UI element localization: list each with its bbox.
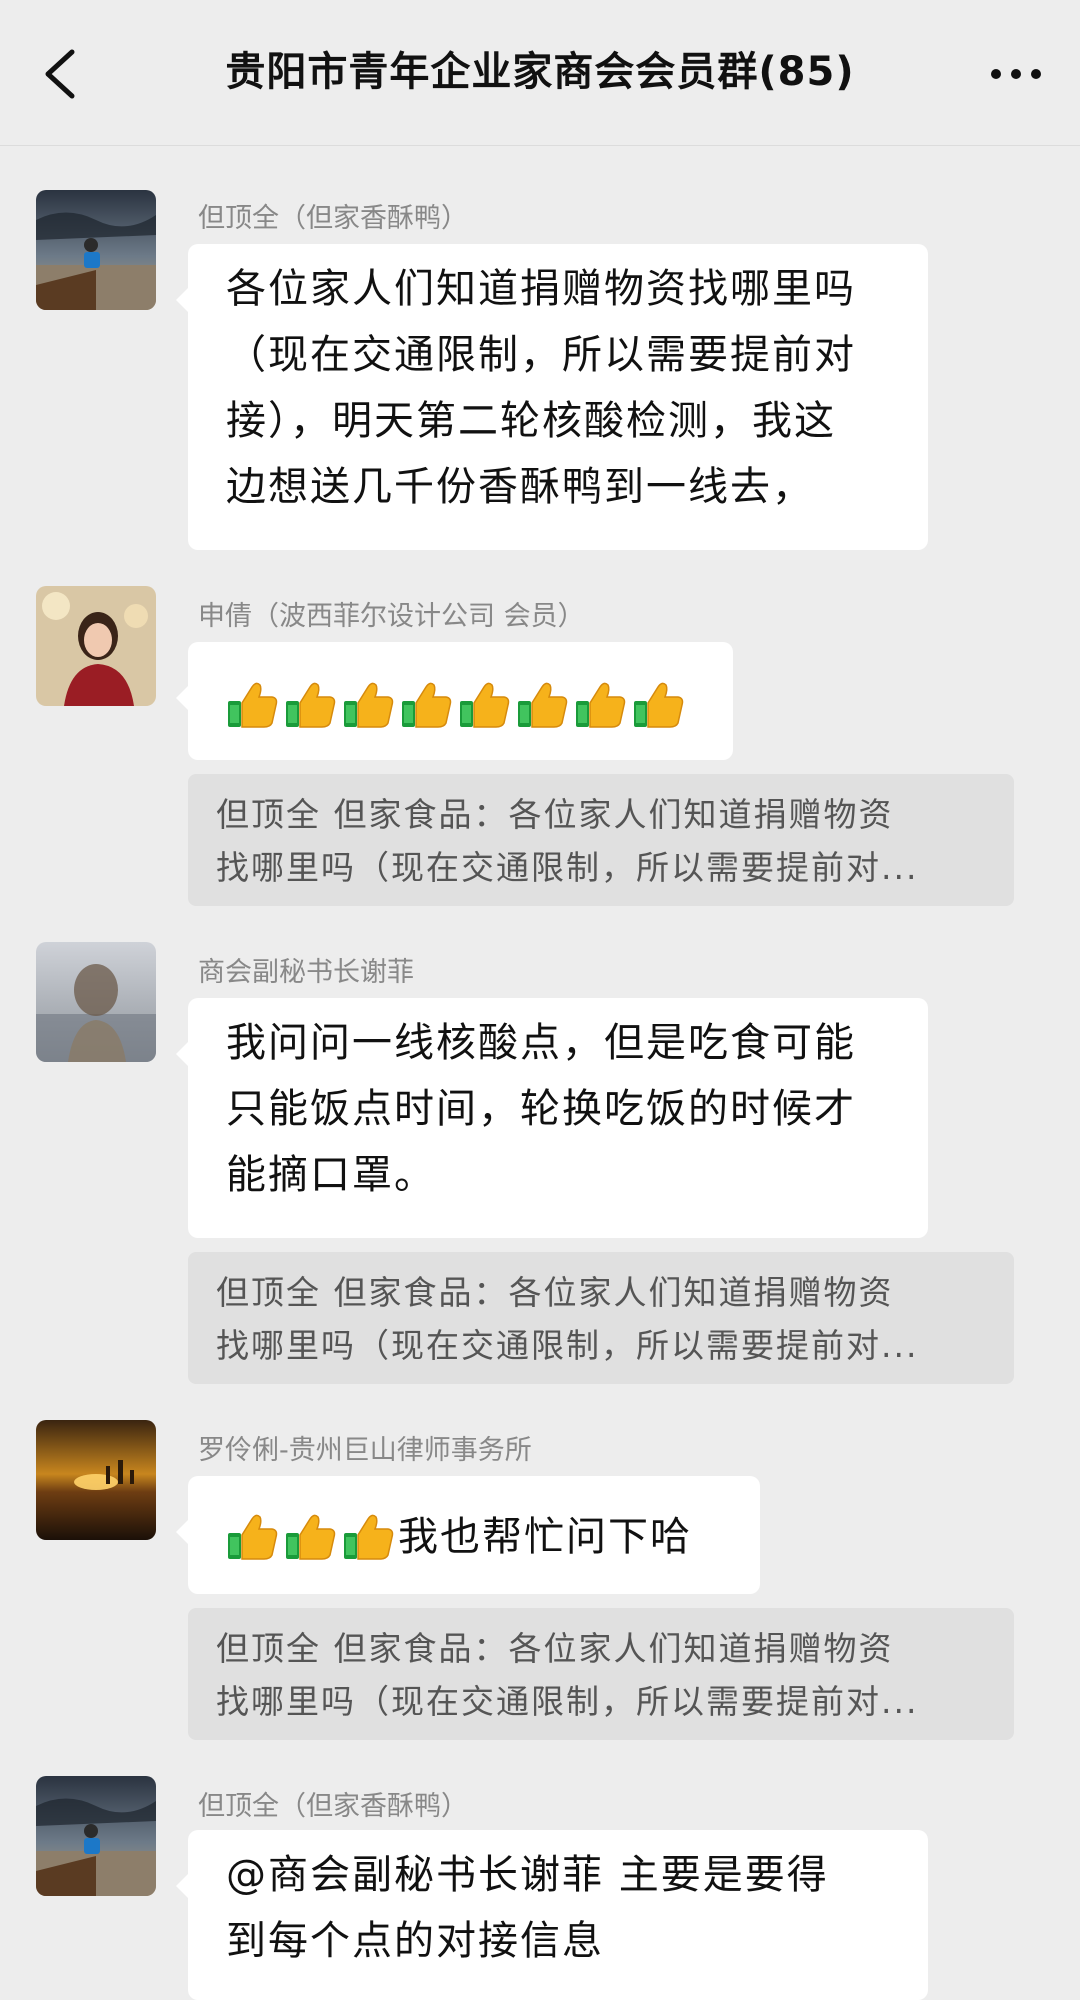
quote-line: 但顶全 但家食品：各位家人们知道捐赠物资 <box>216 795 894 834</box>
quoted-message[interactable]: 但顶全 但家食品：各位家人们知道捐赠物资 找哪里吗（现在交通限制，所以需要提前对… <box>188 1608 1014 1740</box>
chevron-left-icon <box>45 49 75 99</box>
avatar[interactable] <box>36 586 156 706</box>
sender-name: 申倩（波西菲尔设计公司 会员） <box>198 601 585 632</box>
message-text: 我也帮忙问下哈 <box>398 1514 692 1560</box>
avatar[interactable] <box>36 942 156 1062</box>
message-bubble[interactable]: 各位家人们知道捐赠物资找哪里吗 （现在交通限制，所以需要提前对 接），明天第二轮… <box>176 244 928 550</box>
avatar[interactable] <box>36 1776 156 1896</box>
thumbs-up-icon <box>224 677 280 733</box>
quote-line: 但顶全 但家食品：各位家人们知道捐赠物资 <box>216 1629 894 1668</box>
message-line: 边想送几千份香酥鸭到一线去， <box>226 464 814 510</box>
thumbs-up-icon <box>340 677 396 733</box>
quote-line: 找哪里吗（现在交通限制，所以需要提前对... <box>216 1682 919 1721</box>
chat-header: 贵阳市青年企业家商会会员群(85) <box>0 0 1080 146</box>
message-bubble[interactable]: @商会副秘书长谢菲 主要是要得 到每个点的对接信息 <box>176 1830 928 2000</box>
message-line: （现在交通限制，所以需要提前对 <box>226 332 856 378</box>
thumbs-up-icon <box>340 1509 396 1565</box>
message-line: 接），明天第二轮核酸检测，我这 <box>226 398 836 444</box>
message-line: @商会副秘书长谢菲 主要是要得 <box>226 1852 829 1898</box>
quote-line: 找哪里吗（现在交通限制，所以需要提前对... <box>216 848 919 887</box>
avatar[interactable] <box>36 190 156 310</box>
thumbs-up-icon <box>456 677 512 733</box>
thumbs-up-icon <box>224 1509 280 1565</box>
thumbs-up-icon <box>282 677 338 733</box>
avatar[interactable] <box>36 1420 156 1540</box>
sender-name: 商会副秘书长谢菲 <box>198 957 414 988</box>
thumbs-up-icon <box>514 677 570 733</box>
message-bubble[interactable]: 我也帮忙问下哈 <box>176 1476 760 1594</box>
sender-name: 但顶全（但家香酥鸭） <box>198 1791 468 1822</box>
message-line: 能摘口罩。 <box>226 1152 436 1198</box>
message-bubble[interactable]: 我问问一线核酸点，但是吃食可能 只能饭点时间，轮换吃饭的时候才 能摘口罩。 <box>176 998 928 1238</box>
thumbs-up-icon <box>282 1509 338 1565</box>
quoted-message[interactable]: 但顶全 但家食品：各位家人们知道捐赠物资 找哪里吗（现在交通限制，所以需要提前对… <box>188 1252 1014 1384</box>
message-line: 只能饭点时间，轮换吃饭的时候才 <box>226 1086 856 1132</box>
message-line: 到每个点的对接信息 <box>226 1918 604 1964</box>
sender-name: 但顶全（但家香酥鸭） <box>198 203 468 234</box>
thumbs-up-icon <box>398 677 454 733</box>
more-button[interactable] <box>976 44 1056 104</box>
quoted-message[interactable]: 但顶全 但家食品：各位家人们知道捐赠物资 找哪里吗（现在交通限制，所以需要提前对… <box>188 774 1014 906</box>
thumbs-up-icon <box>572 677 628 733</box>
quote-line: 但顶全 但家食品：各位家人们知道捐赠物资 <box>216 1273 894 1312</box>
message-line: 我问问一线核酸点，但是吃食可能 <box>226 1020 856 1066</box>
sender-name: 罗伶俐-贵州巨山律师事务所 <box>198 1435 532 1466</box>
message-line: 各位家人们知道捐赠物资找哪里吗 <box>226 266 856 312</box>
chat-title: 贵阳市青年企业家商会会员群(85) <box>225 49 855 95</box>
thumbs-up-icon <box>630 677 686 733</box>
message-bubble[interactable] <box>176 642 733 760</box>
more-horizontal-icon <box>991 69 1041 79</box>
quote-line: 找哪里吗（现在交通限制，所以需要提前对... <box>216 1326 919 1365</box>
back-button[interactable] <box>36 44 86 104</box>
